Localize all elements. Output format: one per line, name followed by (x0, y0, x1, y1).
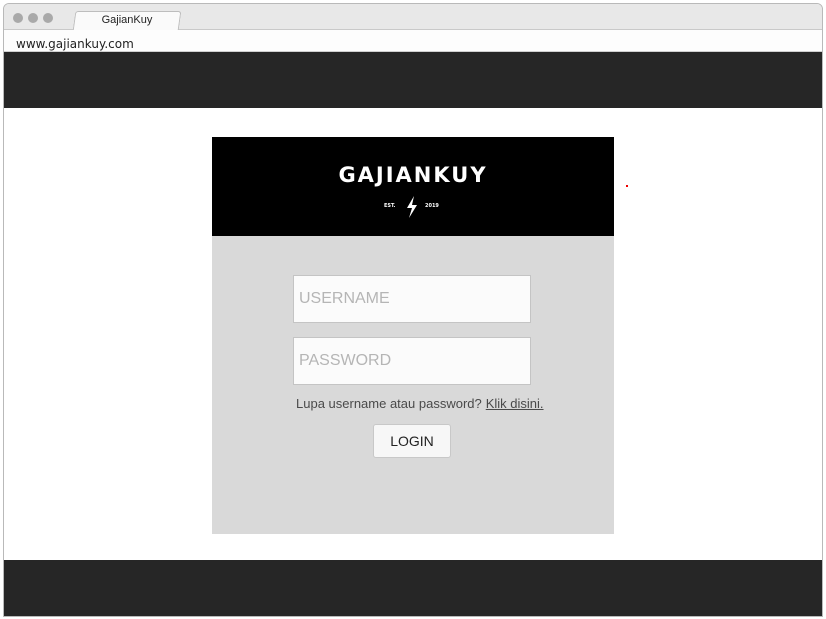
browser-tab-title[interactable]: GajianKuy (74, 14, 180, 26)
window-close-dot[interactable] (13, 13, 23, 23)
page-footer (4, 560, 822, 616)
window-minimize-dot[interactable] (28, 13, 38, 23)
login-button[interactable]: LOGIN (373, 424, 451, 458)
stray-red-dot (626, 185, 628, 187)
window-maximize-dot[interactable] (43, 13, 53, 23)
browser-window: GajianKuy www.gajiankuy.com GAJIANKUY ES… (3, 3, 823, 617)
lightning-bolt-icon (407, 196, 417, 218)
forgot-credentials: Lupa username atau password? Klik disini. (296, 396, 544, 411)
username-input[interactable] (293, 275, 531, 323)
forgot-text: Lupa username atau password? (296, 396, 482, 411)
password-input[interactable] (293, 337, 531, 385)
logo-year-label: 2019 (425, 203, 439, 209)
login-card: GAJIANKUY EST. 2019 Lupa username atau p… (212, 137, 614, 534)
logo-title: GAJIANKUY (338, 163, 488, 187)
logo-banner: GAJIANKUY EST. 2019 (212, 137, 614, 236)
page-header (4, 52, 822, 108)
address-bar[interactable]: www.gajiankuy.com (4, 30, 822, 52)
browser-titlebar: GajianKuy (4, 4, 822, 31)
logo-est-label: EST. (384, 203, 396, 209)
forgot-link[interactable]: Klik disini. (486, 396, 544, 411)
address-url[interactable]: www.gajiankuy.com (16, 37, 134, 51)
